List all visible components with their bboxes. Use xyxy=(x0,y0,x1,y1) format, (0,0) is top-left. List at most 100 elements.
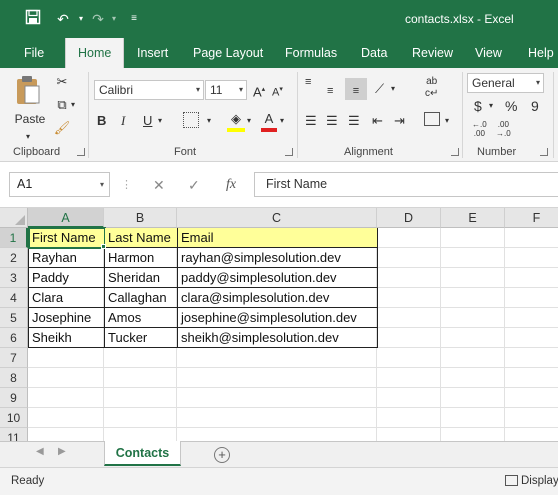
row-header[interactable]: 9 xyxy=(0,388,28,408)
increase-indent-icon[interactable]: ⇥ xyxy=(394,112,405,130)
merge-center-icon[interactable] xyxy=(424,112,440,126)
table-cell[interactable]: Callaghan xyxy=(105,288,178,308)
bold-button[interactable]: B xyxy=(97,112,106,130)
number-format-combo[interactable]: General ▾ xyxy=(467,73,544,93)
tab-formulas[interactable]: Formulas xyxy=(285,38,337,68)
fill-color-icon[interactable]: ◈ xyxy=(227,110,245,132)
chevron-down-icon[interactable]: ▾ xyxy=(158,112,162,130)
row-header[interactable]: 2 xyxy=(0,248,28,268)
column-header[interactable]: F xyxy=(505,208,558,228)
chevron-down-icon[interactable]: ▾ xyxy=(104,9,124,29)
font-name-combo[interactable]: Calibri ▾ xyxy=(94,80,204,100)
tab-view[interactable]: View xyxy=(475,38,502,68)
clipboard-launcher-icon[interactable] xyxy=(77,148,85,156)
formula-input[interactable]: First Name xyxy=(254,172,558,197)
column-header[interactable]: C xyxy=(177,208,377,228)
number-launcher-icon[interactable] xyxy=(540,148,548,156)
table-cell[interactable]: First Name xyxy=(28,227,106,249)
paste-button[interactable]: Paste xyxy=(13,110,47,128)
row-header[interactable]: 4 xyxy=(0,288,28,308)
tab-home[interactable]: Home xyxy=(65,38,125,68)
tab-page-layout[interactable]: Page Layout xyxy=(193,38,263,68)
add-sheet-icon[interactable]: + xyxy=(214,447,230,463)
chevron-down-icon[interactable]: ▾ xyxy=(71,96,75,114)
wrap-text-icon[interactable]: ab c↵ xyxy=(425,76,438,100)
column-header[interactable]: D xyxy=(377,208,441,228)
top-align-icon[interactable]: ≡ xyxy=(305,77,311,88)
alignment-launcher-icon[interactable] xyxy=(451,148,459,156)
row-header[interactable]: 8 xyxy=(0,368,28,388)
chevron-down-icon[interactable]: ▾ xyxy=(207,112,211,130)
font-launcher-icon[interactable] xyxy=(285,148,293,156)
bottom-align-icon[interactable]: ≡ xyxy=(345,78,367,100)
decrease-indent-icon[interactable]: ⇤ xyxy=(372,112,383,130)
middle-align-icon[interactable]: ≡ xyxy=(327,82,333,100)
enter-icon[interactable]: ✓ xyxy=(188,176,200,194)
save-icon[interactable] xyxy=(23,9,43,29)
percent-button[interactable]: % xyxy=(505,97,517,115)
column-header[interactable]: B xyxy=(104,208,177,228)
row-header[interactable]: 5 xyxy=(0,308,28,328)
row-header[interactable]: 10 xyxy=(0,408,28,428)
table-cell[interactable]: Josephine xyxy=(29,308,105,328)
table-cell[interactable]: clara@simplesolution.dev xyxy=(178,288,378,308)
insert-function-icon[interactable]: fx xyxy=(226,176,236,194)
decrease-decimal-icon[interactable]: .00 →.0 xyxy=(496,120,511,138)
fill-handle[interactable] xyxy=(101,244,106,249)
chevron-down-icon[interactable]: ▾ xyxy=(391,80,395,98)
row-header[interactable]: 11 xyxy=(0,428,28,441)
align-left-icon[interactable]: ☰ xyxy=(305,112,317,130)
column-header[interactable]: A xyxy=(28,208,104,228)
underline-button[interactable]: U xyxy=(143,112,152,130)
currency-button[interactable]: $ xyxy=(474,97,482,115)
align-right-icon[interactable]: ☰ xyxy=(348,112,360,130)
formula-bar-splitter-icon[interactable]: ⋮ xyxy=(121,176,132,194)
chevron-down-icon[interactable]: ▾ xyxy=(445,112,449,130)
tab-help[interactable]: Help xyxy=(528,38,554,68)
display-settings-button[interactable]: Display xyxy=(505,475,558,487)
font-size-combo[interactable]: 11 ▾ xyxy=(205,80,247,100)
row-header[interactable]: 1 xyxy=(0,228,28,248)
tab-review[interactable]: Review xyxy=(412,38,453,68)
table-cell[interactable]: Amos xyxy=(105,308,178,328)
table-cell[interactable]: Last Name xyxy=(105,228,178,248)
chevron-down-icon[interactable]: ▾ xyxy=(280,112,284,130)
grow-font-icon[interactable]: A▴ xyxy=(253,81,265,101)
name-box[interactable]: A1 ▾ xyxy=(9,172,110,197)
row-header[interactable]: 7 xyxy=(0,348,28,368)
table-cell[interactable]: Email xyxy=(178,228,378,248)
table-cell[interactable]: Sheikh xyxy=(29,328,105,348)
next-sheet-icon[interactable]: ▶ xyxy=(58,446,66,457)
column-header[interactable]: E xyxy=(441,208,505,228)
previous-sheet-icon[interactable]: ◀ xyxy=(36,446,44,457)
table-cell[interactable]: rayhan@simplesolution.dev xyxy=(178,248,378,268)
chevron-down-icon[interactable]: ▾ xyxy=(247,112,251,130)
copy-icon[interactable]: ⧉ xyxy=(53,96,71,114)
sheet-tab-contacts[interactable]: Contacts xyxy=(104,441,181,466)
align-center-icon[interactable]: ☰ xyxy=(326,112,338,130)
table-cell[interactable]: josephine@simplesolution.dev xyxy=(178,308,378,328)
table-cell[interactable]: Tucker xyxy=(105,328,178,348)
orientation-icon[interactable]: ⟋ xyxy=(375,80,384,98)
table-cell[interactable]: paddy@simplesolution.dev xyxy=(178,268,378,288)
table-cell[interactable]: Rayhan xyxy=(29,248,105,268)
table-cell[interactable]: Harmon xyxy=(105,248,178,268)
tab-file[interactable]: File xyxy=(24,38,44,68)
italic-button[interactable]: I xyxy=(121,112,125,130)
tab-data[interactable]: Data xyxy=(361,38,387,68)
undo-icon[interactable]: ↶ xyxy=(53,9,73,29)
comma-style-button[interactable]: 9 xyxy=(531,97,539,115)
row-header[interactable]: 3 xyxy=(0,268,28,288)
table-cell[interactable]: Paddy xyxy=(29,268,105,288)
table-cell[interactable]: Sheridan xyxy=(105,268,178,288)
select-all-button[interactable] xyxy=(0,208,28,228)
customize-qat-icon[interactable]: ≡ xyxy=(124,9,144,29)
increase-decimal-icon[interactable]: ←.0.00 xyxy=(472,120,487,138)
table-cell[interactable]: sheikh@simplesolution.dev xyxy=(178,328,378,348)
cancel-icon[interactable]: ✕ xyxy=(153,176,165,194)
shrink-font-icon[interactable]: A▾ xyxy=(272,81,283,102)
tab-insert[interactable]: Insert xyxy=(137,38,168,68)
chevron-down-icon[interactable]: ▾ xyxy=(489,97,493,115)
chevron-down-icon[interactable]: ▾ xyxy=(26,128,30,146)
borders-icon[interactable] xyxy=(183,112,199,128)
